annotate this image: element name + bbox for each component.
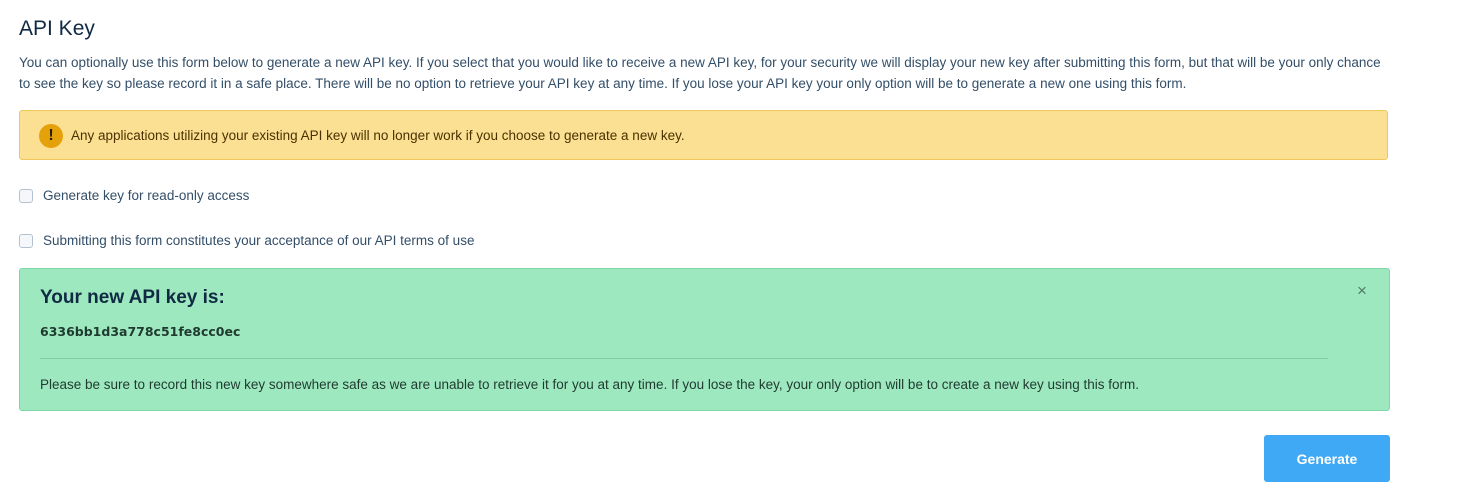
new-key-alert: Your new API key is: × 6336bb1d3a778c51f… (19, 268, 1390, 411)
divider (40, 358, 1328, 359)
warning-alert: ! Any applications utilizing your existi… (19, 110, 1388, 160)
exclamation-icon: ! (39, 124, 63, 148)
terms-checkbox[interactable] (19, 233, 33, 248)
warning-text: Any applications utilizing your existing… (71, 128, 685, 143)
api-key-value: 6336bb1d3a778c51fe8cc0ec (40, 324, 241, 339)
page-title: API Key (19, 17, 95, 40)
generate-button[interactable]: Generate (1264, 435, 1390, 482)
read-only-checkbox[interactable] (19, 188, 33, 203)
read-only-label: Generate key for read-only access (43, 188, 250, 203)
read-only-option[interactable]: Generate key for read-only access (19, 188, 249, 203)
terms-option[interactable]: Submitting this form constitutes your ac… (19, 233, 474, 248)
new-key-note: Please be sure to record this new key so… (40, 377, 1140, 392)
new-key-title: Your new API key is: (40, 287, 225, 308)
intro-text: You can optionally use this form below t… (19, 55, 1381, 91)
close-icon[interactable]: × (1354, 282, 1370, 300)
terms-label: Submitting this form constitutes your ac… (43, 233, 475, 248)
